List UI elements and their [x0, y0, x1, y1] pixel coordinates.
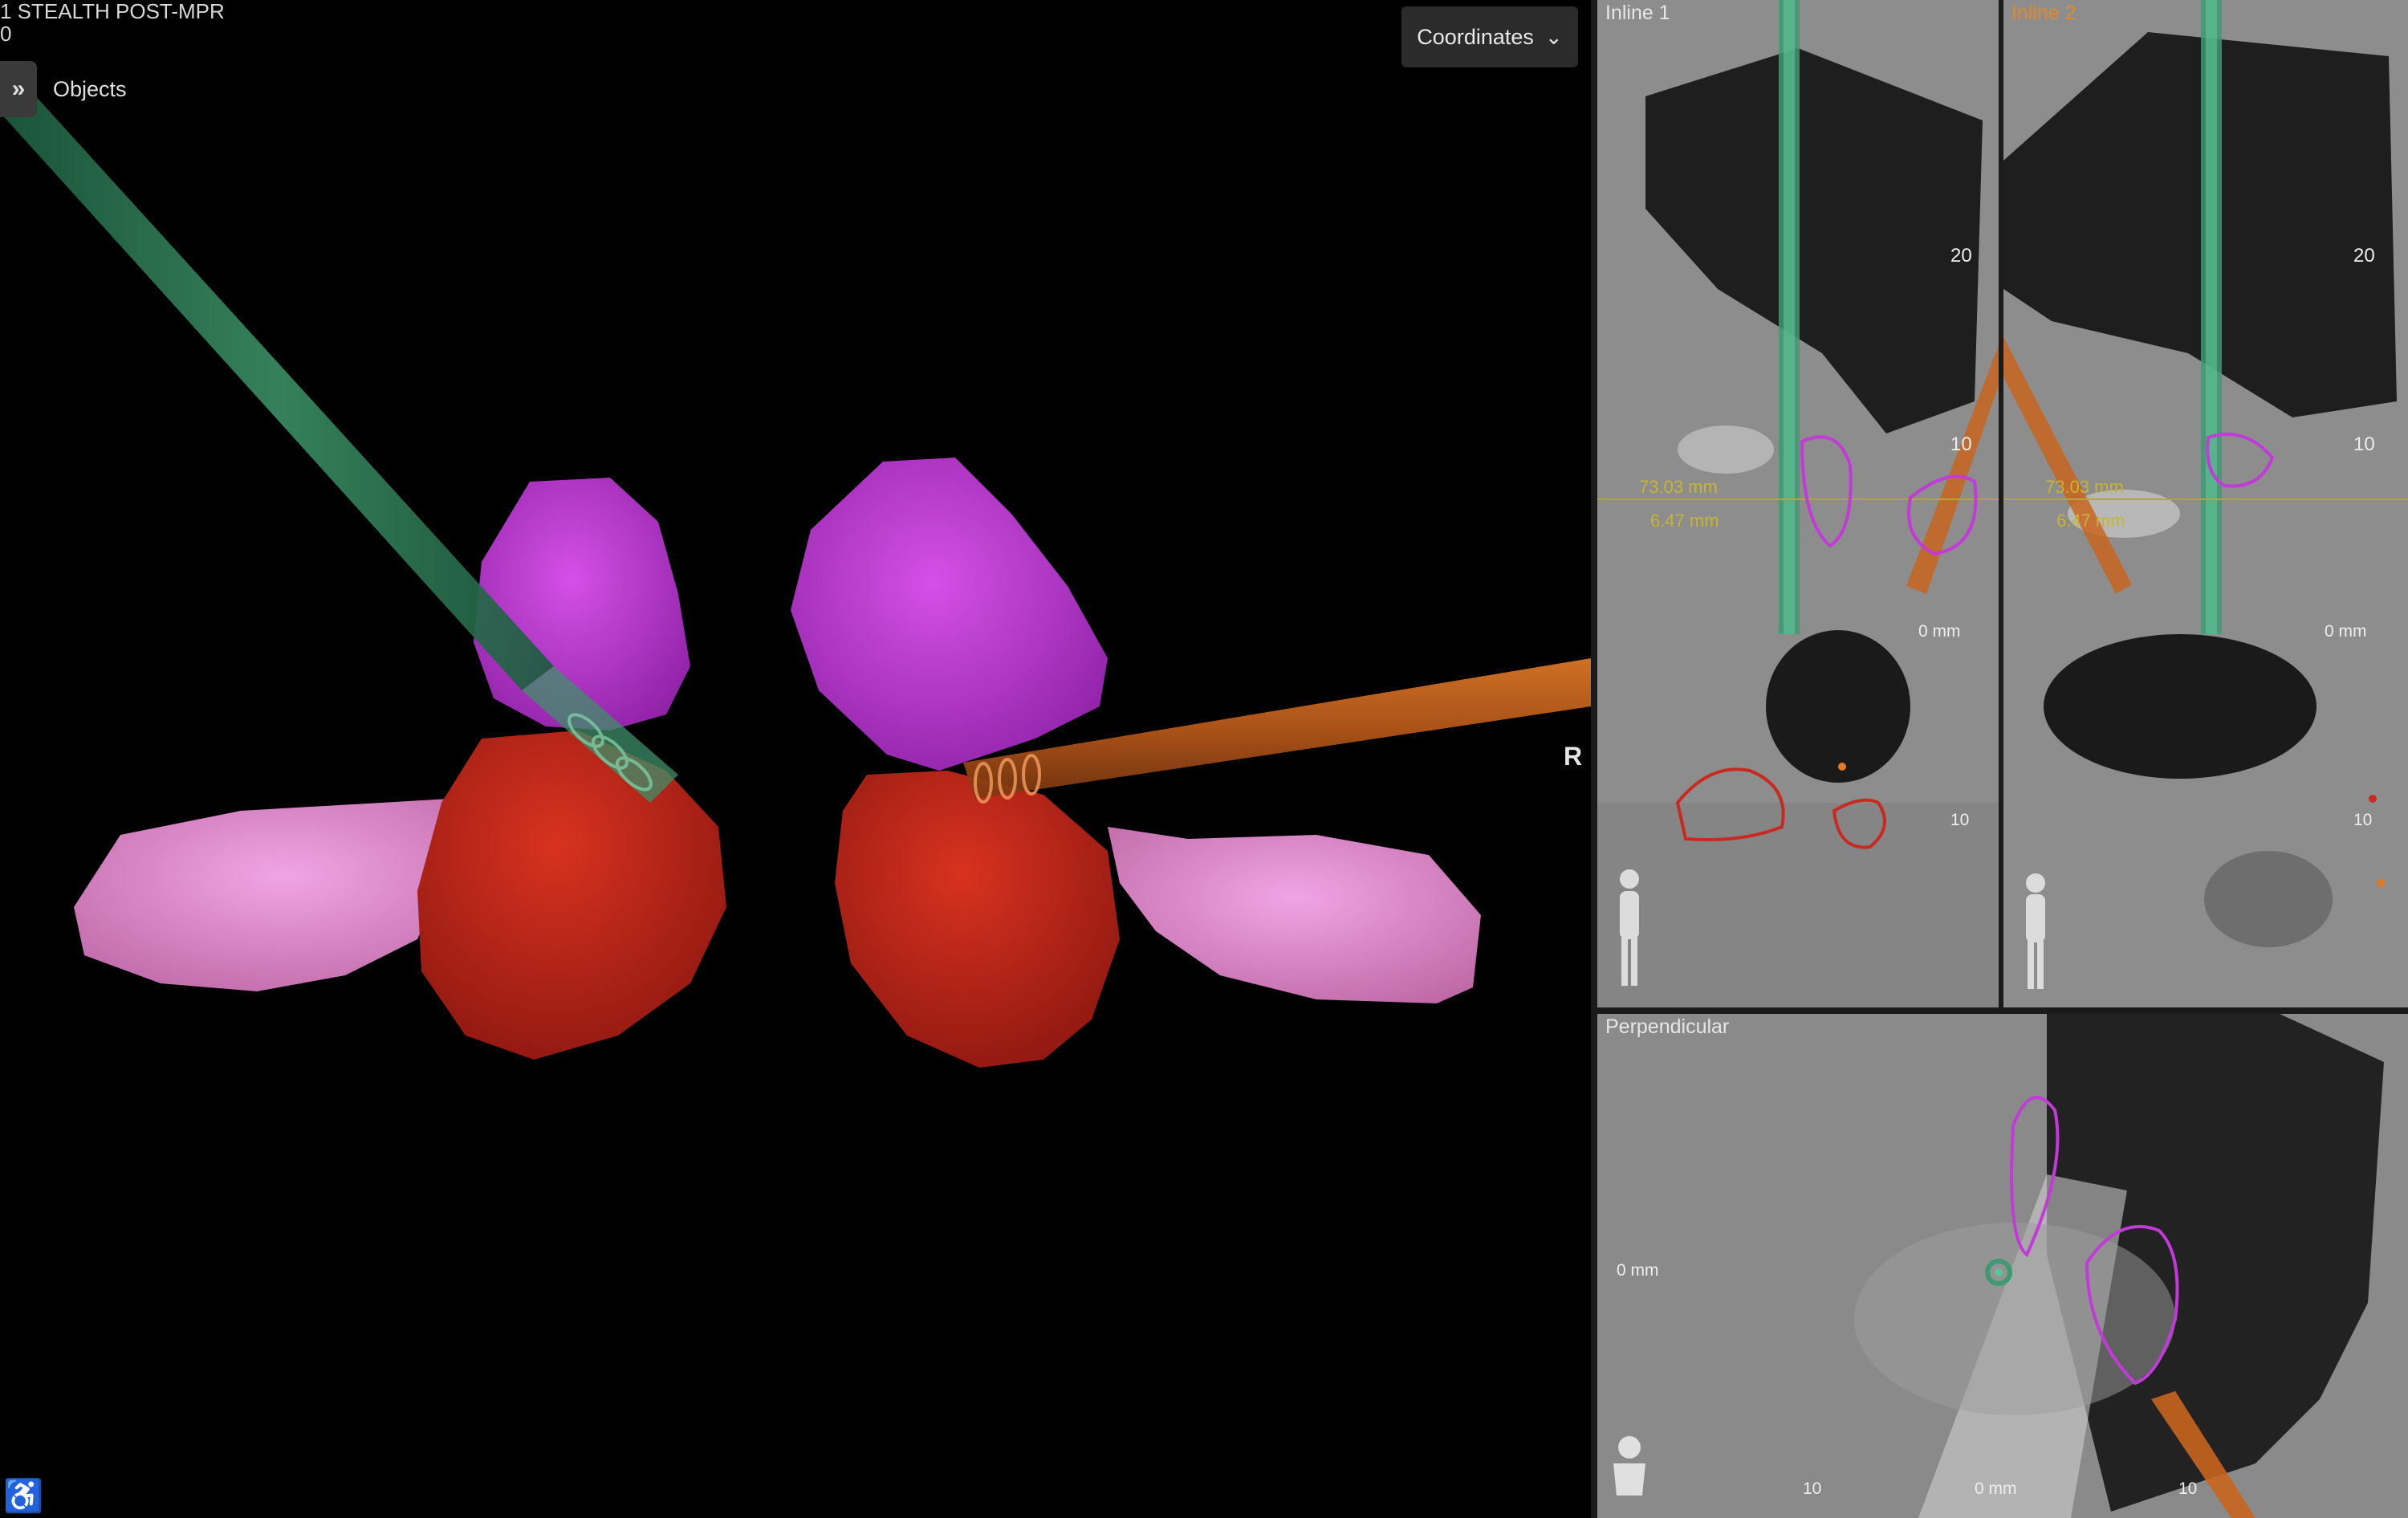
inline-2-measure-offset: 6.47 mm: [2056, 511, 2125, 531]
green-trajectory[interactable]: [0, 92, 554, 690]
inline-1-measure-offset: 6.47 mm: [1650, 511, 1719, 531]
inline-2-tick-10-lower: 10: [2353, 811, 2373, 829]
right-pink-structure[interactable]: [1108, 827, 1481, 1003]
patient-orientation-icon[interactable]: ♿: [3, 1477, 43, 1515]
inline-1-tick-0mm: 0 mm: [1918, 622, 1961, 641]
3d-scene[interactable]: [0, 0, 1591, 1518]
inline-2-tick-0mm: 0 mm: [2325, 622, 2367, 641]
perpendicular-tick-10-right: 10: [2178, 1479, 2198, 1498]
inline-1-image[interactable]: [1597, 0, 1999, 1007]
perpendicular-image[interactable]: [1597, 1014, 2408, 1518]
orientation-label-right: R: [1564, 742, 1583, 771]
3d-viewer[interactable]: 1 STEALTH POST-MPR 0 » Objects Coordinat…: [0, 0, 1591, 1518]
perpendicular-tick-0mm-left: 0 mm: [1617, 1261, 1659, 1280]
inline-2-tick-10: 10: [2353, 433, 2375, 455]
inline-2-image[interactable]: [2003, 0, 2408, 1007]
series-title: 1 STEALTH POST-MPR: [0, 0, 225, 23]
inline-1-pane[interactable]: Inline 1 20 10 0 mm 10 73.03 mm 6.47 mm: [1597, 0, 1999, 1007]
right-red-structure[interactable]: [835, 771, 1120, 1068]
double-chevron-right-icon: »: [11, 75, 26, 102]
right-magenta-structure[interactable]: [791, 458, 1108, 771]
coordinates-dropdown[interactable]: Coordinates ⌄: [1401, 6, 1578, 67]
perpendicular-pane[interactable]: Perpendicular 0 mm 10 0 mm 10: [1597, 1014, 2408, 1518]
perpendicular-divider[interactable]: [1597, 1007, 2408, 1014]
inline-2-pane[interactable]: Inline 2 20 10 0 mm 10 73.03 mm 6.47 mm: [2003, 0, 2408, 1007]
inline-2-title: Inline 2: [2011, 2, 2076, 24]
inline-1-tick-10: 10: [1950, 433, 1972, 455]
inline-1-measure-distance: 73.03 mm: [1639, 477, 1718, 497]
series-subtitle: 0: [0, 22, 12, 46]
inline-1-tick-20: 20: [1950, 245, 1972, 267]
inline-1-title: Inline 1: [1605, 2, 1670, 24]
inline-2-tick-20: 20: [2353, 245, 2375, 267]
inline-2-measure-distance: 73.03 mm: [2045, 477, 2124, 497]
perpendicular-tick-10-left: 10: [1803, 1479, 1822, 1498]
left-red-structure[interactable]: [417, 731, 726, 1060]
perpendicular-tick-0mm-bottom: 0 mm: [1975, 1479, 2017, 1498]
objects-toggle-button[interactable]: »: [0, 61, 37, 117]
perpendicular-title: Perpendicular: [1605, 1015, 1730, 1038]
pane-divider[interactable]: [1591, 0, 1597, 1518]
chevron-down-icon: ⌄: [1544, 24, 1563, 49]
coordinates-label: Coordinates: [1417, 24, 1534, 49]
inline-1-tick-10-lower: 10: [1950, 811, 1970, 829]
objects-label[interactable]: Objects: [53, 77, 127, 102]
